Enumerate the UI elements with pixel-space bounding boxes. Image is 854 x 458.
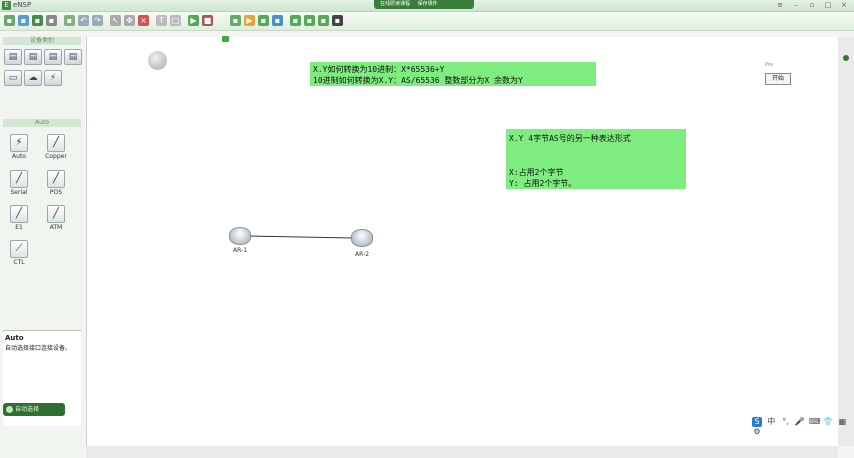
horizontal-scrollbar[interactable] [86, 446, 838, 458]
ime-tray: S 中 °, 🎤 ⌨ 👕 ▦ ⚙ [752, 417, 854, 436]
router-ar1[interactable] [229, 227, 251, 245]
router-ar2[interactable] [351, 229, 373, 247]
skin-icon[interactable]: 👕 [823, 417, 833, 427]
scroll-thumb[interactable] [843, 55, 849, 61]
router-ar2-label: AR-2 [355, 251, 370, 258]
side-widget: Pre 开始 [765, 60, 791, 86]
settings-icon[interactable]: ⚙ [752, 427, 762, 437]
start-button[interactable]: 开始 [765, 73, 791, 85]
sogou-icon[interactable]: S [752, 417, 762, 427]
router-ar1-label: AR-1 [233, 247, 248, 254]
punctuation-icon[interactable]: °, [780, 417, 790, 427]
chinese-mode-icon[interactable]: 中 [766, 417, 776, 427]
toolbox-icon[interactable]: ▦ [837, 417, 847, 427]
link-layer [247, 235, 354, 239]
vertical-scrollbar[interactable] [838, 37, 854, 446]
microphone-icon[interactable]: 🎤 [795, 417, 805, 427]
link-ar1-ar2[interactable] [247, 235, 354, 239]
side-widget-label: Pre [765, 62, 773, 68]
keyboard-icon[interactable]: ⌨ [809, 417, 821, 427]
